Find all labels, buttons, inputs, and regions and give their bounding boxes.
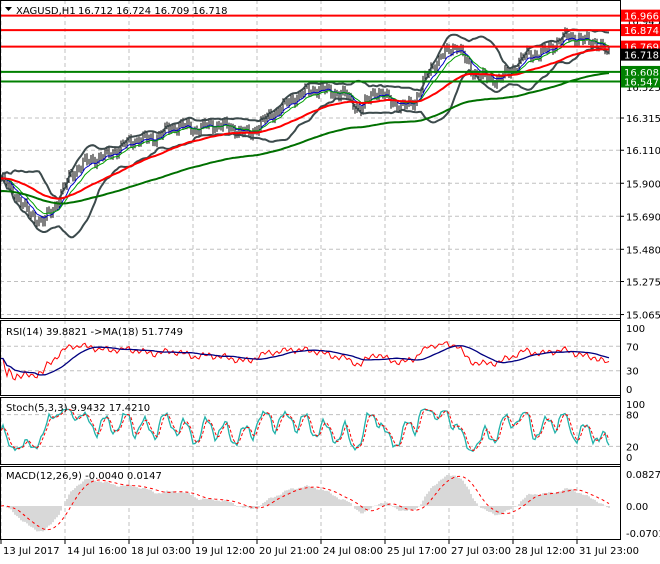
time-label: 24 Jul 08:00	[323, 546, 383, 557]
price-tick-label: 15.065	[626, 311, 660, 322]
macd-label: MACD(12,26,9) -0.0040 0.0147	[6, 471, 162, 482]
stoch-tick-label: 100	[626, 400, 645, 411]
stoch-panel[interactable]	[0, 408, 610, 453]
ohlc-values: 16.712 16.724 16.709 16.718	[78, 6, 228, 17]
price-label-current: 16.718	[621, 48, 660, 62]
rsi-tick-label: 30	[626, 367, 639, 378]
price-label-resistance: 16.874	[621, 24, 660, 37]
time-label: 20 Jul 21:00	[259, 546, 319, 557]
price-tick-label: 15.690	[626, 212, 660, 223]
rsi-panel[interactable]	[1, 341, 610, 381]
time-label: 27 Jul 03:00	[451, 546, 511, 557]
triangle-down-icon[interactable]	[5, 7, 12, 11]
macd-tick-label: 0.0827	[626, 470, 660, 481]
time-label: 25 Jul 17:00	[387, 546, 447, 557]
rsi-tick-label: 0	[626, 385, 632, 396]
chart-header: XAGUSD,H1 16.712 16.724 16.709 16.718	[5, 6, 228, 17]
price-tick-label: 16.110	[626, 146, 660, 157]
price-label-resistance: 16.966	[621, 9, 660, 23]
stoch-main-line	[0, 408, 610, 453]
time-label: 13 Jul 2017	[3, 546, 60, 557]
price-label-text: 16.874	[624, 26, 659, 37]
price-label-text: 16.547	[624, 78, 659, 89]
rsi-label: RSI(14) 39.8821 ->MA(18) 51.7749	[6, 327, 183, 338]
price-label-text: 16.718	[624, 51, 659, 62]
stoch-label: Stoch(5,3,3) 9.9432 17.4210	[6, 403, 150, 414]
bollinger-upper	[0, 28, 610, 200]
price-tick-label: 15.480	[626, 245, 660, 256]
trading-chart[interactable]: 16.945 16.525 16.96616.87416.76916.71816…	[0, 0, 660, 560]
time-label: 18 Jul 03:00	[131, 546, 191, 557]
stoch-tick-label: 0	[626, 453, 632, 464]
rsi-tick-label: 70	[626, 342, 639, 353]
price-tick-label: 15.275	[626, 278, 660, 289]
stoch-tick-label: 20	[626, 442, 639, 453]
price-tick-label: 15.900	[626, 179, 660, 190]
price-label-support: 16.547	[621, 75, 660, 89]
time-label: 19 Jul 12:00	[195, 546, 255, 557]
symbol-label: XAGUSD,H1	[16, 6, 76, 17]
macd-tick-label: 0.00	[626, 502, 648, 513]
macd-panel[interactable]	[0, 474, 610, 532]
time-label: 28 Jul 12:00	[515, 546, 575, 557]
time-label: 14 Jul 16:00	[67, 546, 127, 557]
stoch-tick-label: 80	[626, 411, 639, 422]
rsi-tick-label: 100	[626, 324, 645, 335]
price-tick-label: 16.315	[626, 114, 660, 125]
time-label: 31 Jul 23:00	[579, 546, 639, 557]
price-label-text: 16.966	[624, 12, 659, 23]
macd-tick-label: -0.0701	[626, 529, 660, 540]
price-panel[interactable]	[0, 14, 620, 239]
